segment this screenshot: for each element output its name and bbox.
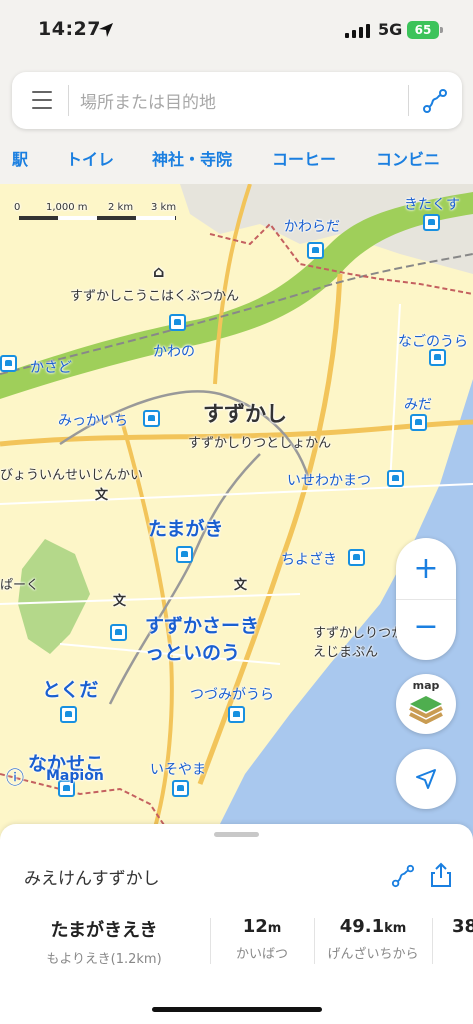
clock: 14:27: [38, 18, 101, 40]
bottom-sheet[interactable]: みえけんすずかし たまがきえき もよりえき(1.2km) 12m かいばつ 49…: [0, 824, 473, 1024]
station-icon[interactable]: [429, 349, 446, 366]
museum-icon: ⌂: [153, 262, 165, 281]
place-label[interactable]: すずかしこうこはくぶつかん: [70, 285, 239, 304]
place-name: みえけんすずかし: [24, 869, 160, 889]
scale-label: 2 km: [108, 202, 134, 213]
place-label[interactable]: びょういんせいじんかい: [0, 464, 143, 483]
stat-unit: m: [267, 921, 282, 936]
location-arrow-icon: [99, 23, 113, 37]
status-bar: 14:27 5G 65: [0, 0, 473, 64]
school-icon: 文: [234, 578, 248, 593]
school-icon: 文: [95, 488, 109, 503]
station-label[interactable]: ちよざき: [281, 549, 337, 569]
map-layer-label: map: [412, 679, 440, 692]
divider: [408, 85, 409, 116]
stat-label: げんざいちから: [327, 947, 419, 962]
divider: [68, 85, 69, 116]
divider: [432, 918, 433, 964]
station-icon[interactable]: [228, 706, 245, 723]
scale-label: 3 km: [151, 202, 177, 213]
search-bar[interactable]: 場所または目的地: [12, 72, 462, 129]
station-icon[interactable]: [307, 242, 324, 259]
scale-label: 1,000 m: [46, 202, 88, 213]
divider: [210, 918, 211, 964]
station-icon[interactable]: [410, 414, 427, 431]
station-label[interactable]: かわらだ: [284, 216, 340, 236]
battery-tip: [440, 27, 443, 33]
station-label[interactable]: なごのうら: [398, 331, 468, 351]
nearest-station-stat: たまがきえき もよりえき(1.2km): [30, 916, 178, 967]
station-label[interactable]: かわの: [153, 341, 195, 361]
station-label[interactable]: つづみがうら: [190, 684, 274, 704]
home-indicator: [152, 1007, 322, 1012]
place-label[interactable]: すずかしりつとしょかん: [188, 432, 331, 451]
station-label[interactable]: みだ: [404, 394, 432, 414]
battery-icon: 65: [407, 21, 439, 39]
share-icon[interactable]: [430, 862, 452, 888]
route-icon[interactable]: [391, 864, 415, 888]
category-convenience[interactable]: コンビニ: [376, 146, 440, 170]
network-type: 5G: [378, 20, 403, 39]
extra-stat: 38: [452, 916, 473, 937]
locate-button[interactable]: [396, 749, 456, 809]
stat-value: 38: [452, 916, 473, 937]
navigation-arrow-icon: [416, 769, 436, 789]
menu-icon[interactable]: [32, 91, 52, 109]
city-label: すずかし: [203, 402, 287, 426]
route-icon[interactable]: [422, 88, 448, 114]
divider: [314, 918, 315, 964]
map-layer-button[interactable]: map: [396, 674, 456, 734]
station-label[interactable]: いそやま: [150, 759, 206, 779]
station-icon[interactable]: [169, 314, 186, 331]
station-label[interactable]: すずかさーきっといのう: [145, 611, 267, 665]
signal-icon: [345, 24, 370, 38]
station-label[interactable]: かさど: [30, 357, 72, 377]
zoom-out-button[interactable]: −: [396, 600, 456, 654]
station-label-current[interactable]: たまがき: [148, 514, 223, 541]
station-icon[interactable]: [172, 780, 189, 797]
station-icon[interactable]: [0, 355, 17, 372]
station-icon[interactable]: [110, 624, 127, 641]
stat-value: 12: [242, 916, 268, 937]
scale-label: 0: [14, 202, 21, 213]
category-station[interactable]: 駅: [12, 146, 28, 170]
zoom-in-button[interactable]: +: [396, 542, 456, 596]
place-label[interactable]: ぱーく: [0, 574, 39, 593]
station-label[interactable]: とくだ: [42, 675, 98, 702]
stat-label: もよりえき(1.2km): [46, 952, 162, 967]
altitude-stat: 12m かいばつ: [218, 916, 306, 962]
stat-unit: km: [384, 921, 407, 936]
category-shrine[interactable]: 神社・寺院: [152, 146, 232, 170]
sheet-handle[interactable]: [214, 832, 259, 837]
school-icon: 文: [113, 594, 127, 609]
stat-value: 49.1: [339, 916, 385, 937]
info-icon[interactable]: ⓘ: [6, 764, 24, 790]
stat-value: たまがきえき: [50, 920, 158, 941]
zoom-control: + −: [396, 538, 456, 660]
distance-stat: 49.1km げんざいちから: [318, 916, 428, 962]
station-icon[interactable]: [423, 214, 440, 231]
station-icon[interactable]: [176, 546, 193, 563]
mapion-logo: Mapion: [46, 768, 104, 784]
station-icon[interactable]: [143, 410, 160, 427]
station-label[interactable]: みっかいち: [58, 410, 128, 430]
layers-icon: [409, 696, 443, 724]
station-icon[interactable]: [387, 470, 404, 487]
map-view[interactable]: 0 1,000 m 2 km 3 km すずかし かわらだ きたくす かわの か…: [0, 184, 473, 844]
station-icon[interactable]: [348, 549, 365, 566]
station-icon[interactable]: [60, 706, 77, 723]
category-toilet[interactable]: トイレ: [66, 146, 114, 170]
station-label[interactable]: きたくす: [404, 194, 460, 214]
map-canvas: [0, 184, 473, 844]
category-bar: 駅 トイレ 神社・寺院 コーヒー コンビニ: [0, 138, 473, 178]
stat-label: かいばつ: [235, 947, 288, 962]
search-input[interactable]: 場所または目的地: [80, 88, 216, 113]
station-label[interactable]: いせわかまつ: [287, 470, 371, 490]
category-coffee[interactable]: コーヒー: [272, 146, 336, 170]
